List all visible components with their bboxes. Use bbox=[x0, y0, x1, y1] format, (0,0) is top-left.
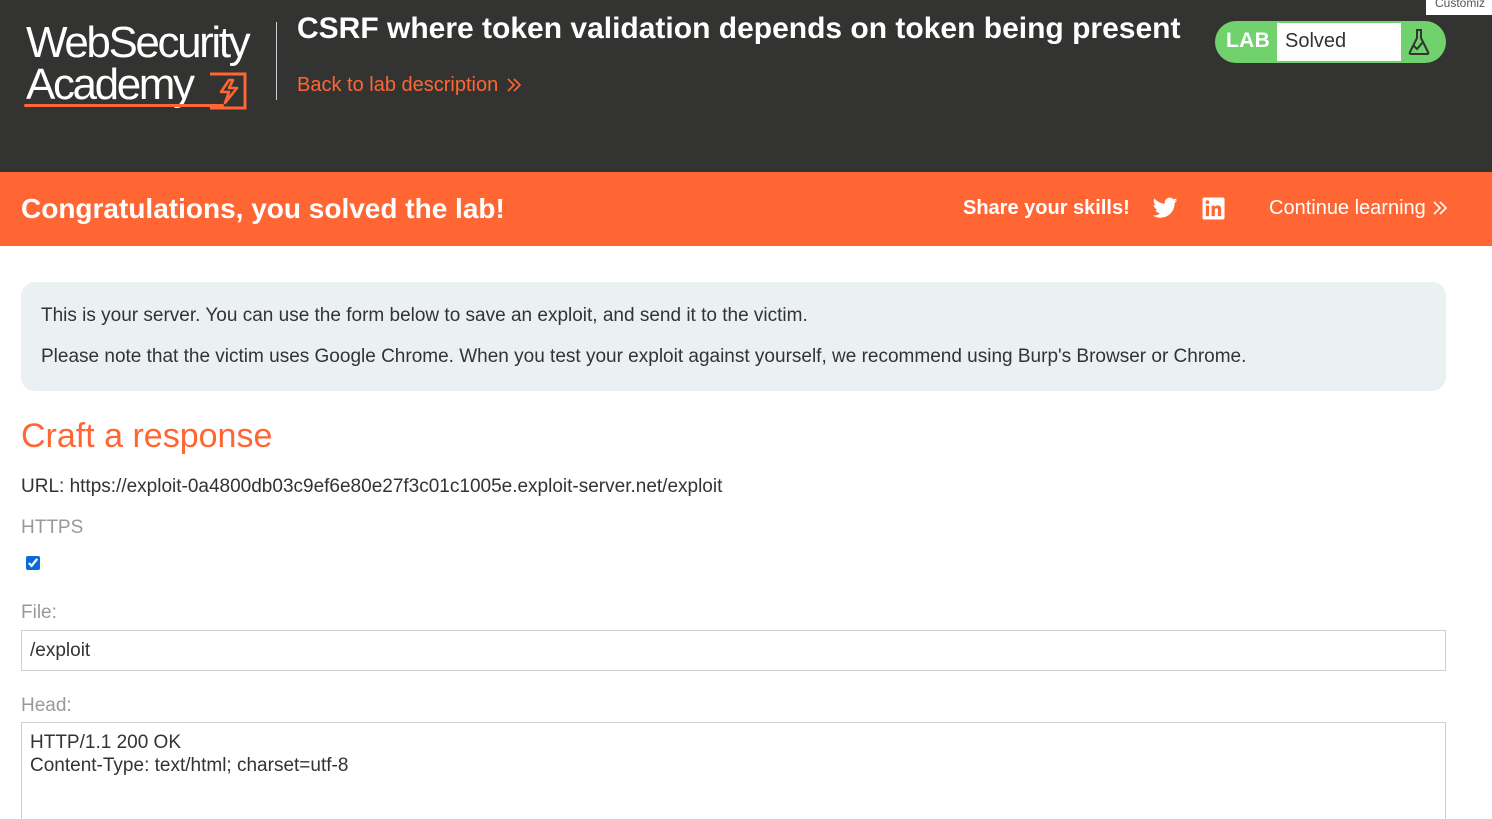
flask-solved-icon bbox=[1408, 29, 1430, 55]
https-label: HTTPS bbox=[21, 517, 84, 538]
double-chevron-right-icon bbox=[1433, 201, 1447, 215]
lab-status-text: Solved bbox=[1285, 30, 1347, 52]
server-info-box: This is your server. You can use the for… bbox=[21, 282, 1446, 391]
logo-line1: WebSecurity bbox=[26, 18, 251, 67]
back-to-lab-description-link[interactable]: Back to lab description bbox=[297, 74, 522, 97]
congratulations-message: Congratulations, you solved the lab! bbox=[21, 193, 505, 224]
customize-tab[interactable]: Customiz bbox=[1425, 0, 1492, 16]
web-security-academy-logo[interactable]: WebSecurity Academy bbox=[22, 18, 274, 114]
header-divider bbox=[276, 22, 277, 100]
logo-underline bbox=[24, 104, 224, 107]
head-textarea[interactable]: HTTP/1.1 200 OK Content-Type: text/html;… bbox=[21, 722, 1446, 819]
continue-learning-link[interactable]: Continue learning bbox=[1269, 197, 1448, 220]
top-header: WebSecurity Academy CSRF where token val… bbox=[0, 0, 1492, 172]
linkedin-icon[interactable] bbox=[1202, 197, 1225, 220]
https-checkbox[interactable] bbox=[26, 556, 40, 570]
exploit-url: URL: https://exploit-0a4800db03c9ef6e80e… bbox=[21, 476, 723, 497]
file-input[interactable] bbox=[21, 630, 1446, 671]
double-chevron-right-icon bbox=[507, 78, 522, 92]
lab-status-box: Solved bbox=[1277, 23, 1401, 61]
info-paragraph-2: Please note that the victim uses Google … bbox=[41, 346, 1247, 367]
continue-learning-label: Continue learning bbox=[1269, 197, 1426, 219]
lab-status-widget: LAB Solved bbox=[1215, 21, 1446, 63]
head-label: Head: bbox=[21, 695, 72, 716]
back-link-label: Back to lab description bbox=[297, 74, 499, 96]
lab-badge: LAB bbox=[1226, 29, 1271, 52]
share-your-skills-label: Share your skills! bbox=[963, 197, 1130, 219]
congratulations-banner: Congratulations, you solved the lab! Sha… bbox=[0, 172, 1492, 246]
craft-response-heading: Craft a response bbox=[21, 417, 273, 455]
logo-line2: Academy bbox=[26, 60, 195, 109]
lab-title: CSRF where token validation depends on t… bbox=[297, 12, 1181, 45]
info-paragraph-1: This is your server. You can use the for… bbox=[41, 305, 808, 326]
file-label: File: bbox=[21, 602, 57, 623]
twitter-icon[interactable] bbox=[1153, 197, 1178, 219]
